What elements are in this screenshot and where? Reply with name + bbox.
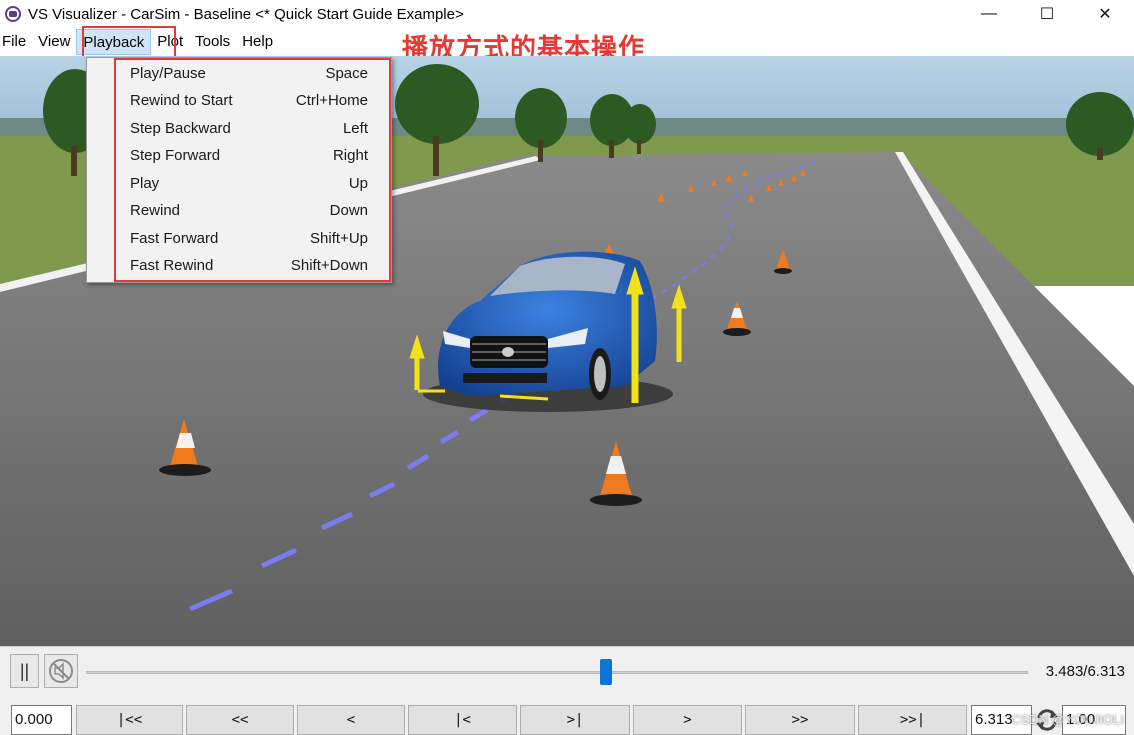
menu-item-play[interactable]: Play Up	[130, 171, 368, 195]
menu-item-label: Rewind	[130, 201, 181, 219]
fast-forward-button[interactable]: >>	[745, 705, 855, 735]
menu-item-shortcut: Ctrl+Home	[295, 91, 368, 109]
next-frame-button[interactable]: >|	[520, 705, 630, 735]
step-backward-button[interactable]: <	[297, 705, 405, 735]
menu-item-shortcut: Left	[342, 119, 368, 137]
watermark: CSDN @YOUJIOLI	[1011, 712, 1124, 727]
menu-item-step-forward[interactable]: Step Forward Right	[130, 143, 368, 167]
title-bar: VS Visualizer - CarSim - Baseline <* Qui…	[0, 0, 1134, 28]
step-forward-button[interactable]: >	[633, 705, 742, 735]
start-time-field[interactable]: 0.000	[11, 705, 72, 735]
rewind-to-start-button[interactable]: |<<	[76, 705, 183, 735]
menu-item-shortcut: Down	[329, 201, 368, 219]
timeline-slider-thumb[interactable]	[599, 659, 612, 685]
mute-button[interactable]	[44, 654, 78, 688]
menu-item-label: Play/Pause	[130, 64, 206, 82]
menu-item-label: Rewind to Start	[130, 91, 233, 109]
pause-button[interactable]: ||	[10, 654, 39, 688]
mute-icon	[49, 659, 73, 683]
menu-item-shortcut: Up	[348, 174, 368, 192]
menu-item-play-pause[interactable]: Play/Pause Space	[130, 61, 368, 85]
menu-file[interactable]: File	[0, 29, 32, 55]
app-icon	[5, 6, 21, 22]
window-title: VS Visualizer - CarSim - Baseline <* Qui…	[28, 5, 464, 23]
menu-item-shortcut: Shift+Up	[310, 229, 368, 247]
close-button[interactable]: ✕	[1076, 0, 1134, 28]
playback-panel: || 3.483/6.313 0.000 |<< << < |< >| > >>…	[0, 646, 1134, 735]
menu-item-shortcut: Space	[325, 64, 368, 82]
minimize-button[interactable]: —	[960, 0, 1018, 28]
menu-tools[interactable]: Tools	[189, 29, 236, 55]
menu-item-label: Fast Forward	[130, 229, 219, 247]
menu-item-shortcut: Shift+Down	[290, 256, 368, 274]
menu-item-label: Play	[130, 174, 160, 192]
rewind-button[interactable]: <<	[186, 705, 294, 735]
menu-item-step-backward[interactable]: Step Backward Left	[130, 116, 368, 140]
maximize-button[interactable]: ☐	[1018, 0, 1076, 28]
menu-item-rewind[interactable]: Rewind Down	[130, 198, 368, 222]
menu-item-fast-forward[interactable]: Fast Forward Shift+Up	[130, 226, 368, 250]
previous-frame-button[interactable]: |<	[408, 705, 517, 735]
menu-item-rewind-to-start[interactable]: Rewind to Start Ctrl+Home	[130, 88, 368, 112]
menu-view[interactable]: View	[32, 29, 76, 55]
timeline-slider-track[interactable]	[86, 671, 1028, 674]
menu-item-label: Fast Rewind	[130, 256, 214, 274]
menu-item-shortcut: Right	[332, 146, 368, 164]
menu-item-label: Step Forward	[130, 146, 221, 164]
menu-item-fast-rewind[interactable]: Fast Rewind Shift+Down	[130, 253, 368, 277]
menu-help[interactable]: Help	[236, 29, 279, 55]
playback-menu: Play/Pause Space Rewind to Start Ctrl+Ho…	[86, 57, 392, 283]
menu-item-label: Step Backward	[130, 119, 231, 137]
window-controls: — ☐ ✕	[960, 0, 1134, 28]
forward-to-end-button[interactable]: >>|	[858, 705, 967, 735]
time-readout: 3.483/6.313	[1045, 663, 1125, 680]
playback-highlight-box	[82, 26, 176, 58]
